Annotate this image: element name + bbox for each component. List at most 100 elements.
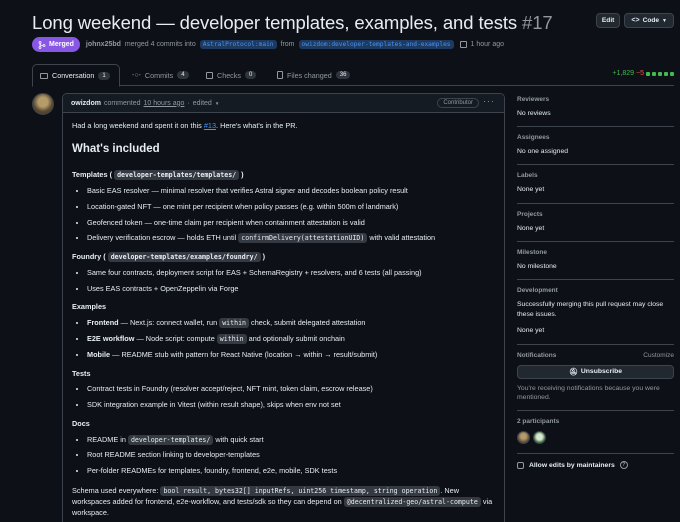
mobile-post: — README stub with pattern for React Nat… xyxy=(110,349,378,359)
list-item: Location-gated NFT — one mint per recipi… xyxy=(87,202,495,212)
notifications-title: Notifications Customize xyxy=(517,352,674,359)
frontend-code: within xyxy=(219,318,250,329)
escrow-post: with valid attestation xyxy=(367,233,436,243)
schema-text: Schema used everywhere: bool result, byt… xyxy=(72,485,495,519)
reviewers-title[interactable]: Reviewers xyxy=(517,96,674,103)
issue-link[interactable]: #13 xyxy=(204,121,216,130)
mobile-label: Mobile xyxy=(87,349,111,359)
pr-author[interactable]: johnx25bd xyxy=(86,41,121,48)
list-item: Basic EAS resolver — minimal resolver th… xyxy=(87,186,495,196)
unsubscribe-label: Unsubscribe xyxy=(580,368,623,375)
code-button[interactable]: <> Code ▼ xyxy=(624,13,674,28)
list-item: Mobile — README stub with pattern for Re… xyxy=(87,350,495,360)
diffstat-deletions: −5 xyxy=(636,70,644,77)
merged-text: merged 4 commits into xyxy=(124,41,196,48)
comment-time[interactable]: 10 hours ago xyxy=(144,100,185,107)
customize-link[interactable]: Customize xyxy=(643,352,674,359)
list-item: Per-folder READMEs for templates, foundr… xyxy=(87,466,495,476)
frontend-pre: — Next.js: connect wallet, run xyxy=(118,318,220,328)
development-title[interactable]: Development xyxy=(517,287,674,294)
tab-conversation-label: Conversation xyxy=(52,71,95,80)
code-icon: <> xyxy=(631,17,640,24)
commit-icon: -○- xyxy=(132,71,141,79)
reviewers-value: No reviews xyxy=(517,110,551,117)
chevron-down-icon[interactable]: ▼ xyxy=(215,101,219,106)
pr-tabs: Conversation 1 -○- Commits 4 Checks 0 Fi… xyxy=(32,64,674,87)
sidebar-milestone: Milestone No milestone xyxy=(517,249,674,280)
escrow-code: confirmDelivery(attestationUID) xyxy=(238,233,368,244)
tab-conversation[interactable]: Conversation 1 xyxy=(32,64,120,87)
list-item: README in developer-templates/ with quic… xyxy=(87,434,495,445)
help-icon[interactable]: ? xyxy=(619,461,628,470)
milestone-title[interactable]: Milestone xyxy=(517,249,674,256)
e2e-label: E2E workflow xyxy=(87,333,135,343)
frontend-post: check, submit delegated attestation xyxy=(249,318,366,328)
examples-heading: Examples xyxy=(72,302,107,312)
sidebar-labels: Labels None yet xyxy=(517,172,674,204)
edit-button[interactable]: Edit xyxy=(595,13,621,28)
schema-code: bool result, bytes32[] inputRefs, uint25… xyxy=(160,485,441,496)
pr-header: Long weekend — developer templates, exam… xyxy=(32,10,674,36)
frontend-label: Frontend xyxy=(87,318,119,328)
tab-commits[interactable]: -○- Commits 4 xyxy=(132,64,189,86)
sidebar-assignees: Assignees No one assigned xyxy=(517,134,674,166)
participant-avatars xyxy=(517,431,674,446)
comment-header: owizdom commented 10 hours ago · edited … xyxy=(63,94,504,113)
list-item: Uses EAS contracts + OpenZeppelin via Fo… xyxy=(87,284,495,294)
schema-pre: Schema used everywhere: xyxy=(72,485,161,495)
foundry-path: developer-templates/examples/foundry/ xyxy=(107,252,261,263)
sidebar-notifications: Notifications Customize 🔕︎ Unsubscribe Y… xyxy=(517,352,674,412)
assignees-value: No one assigned xyxy=(517,148,569,156)
tab-conversation-count: 1 xyxy=(98,71,110,80)
avatar[interactable] xyxy=(32,93,54,115)
sidebar-reviewers: Reviewers No reviews xyxy=(517,96,674,128)
contributor-badge: Contributor xyxy=(437,98,479,108)
avatar[interactable] xyxy=(517,431,530,445)
foundry-list: Same four contracts, deployment script f… xyxy=(87,268,495,293)
bell-slash-icon: 🔕︎ xyxy=(568,368,578,376)
head-branch[interactable]: owizdom:developer-templates-and-examples xyxy=(298,40,454,49)
comment-action: commented xyxy=(103,99,141,107)
tab-commits-label: Commits xyxy=(144,70,174,80)
participants-title: 2 participants xyxy=(517,418,560,426)
avatar[interactable] xyxy=(533,431,546,445)
list-item: SDK integration example in Vitest (withi… xyxy=(87,400,495,410)
merged-badge-label: Merged xyxy=(49,41,74,48)
intro-text: Had a long weekend and spent it on this … xyxy=(72,121,495,131)
docs-list: README in developer-templates/ with quic… xyxy=(87,434,495,476)
escrow-pre: Delivery verification escrow — holds ETH… xyxy=(87,233,239,243)
diffstat-block xyxy=(646,71,650,76)
e2e-code: within xyxy=(216,333,247,344)
tab-checks[interactable]: Checks 0 xyxy=(206,64,257,86)
list-item: Geofenced token — one-time claim per rec… xyxy=(87,218,495,228)
assignees-title[interactable]: Assignees xyxy=(517,134,674,141)
tab-files-changed[interactable]: Files changed 36 xyxy=(277,64,351,86)
allow-edits-checkbox[interactable] xyxy=(517,461,524,469)
diffstat-block xyxy=(652,71,656,76)
unsubscribe-button[interactable]: 🔕︎ Unsubscribe xyxy=(517,364,674,379)
tab-commits-count: 4 xyxy=(177,71,189,79)
notifications-text: You're receiving notifications because y… xyxy=(517,384,660,402)
code-button-label: Code xyxy=(642,17,660,24)
e2e-pre: — Node script: compute xyxy=(134,333,217,343)
edit-button-label: Edit xyxy=(601,17,615,24)
examples-list: Frontend — Next.js: connect wallet, run … xyxy=(87,318,495,359)
diffstat-block xyxy=(670,71,674,76)
list-item: Delivery verification escrow — holds ETH… xyxy=(87,233,495,244)
development-value: None yet xyxy=(517,327,545,335)
projects-title[interactable]: Projects xyxy=(517,211,674,218)
intro-pre: Had a long weekend and spent it on this xyxy=(72,121,204,130)
allow-edits-label: Allow edits by maintainers xyxy=(529,461,615,469)
comment-author[interactable]: owizdom xyxy=(71,100,101,107)
diffstat-block xyxy=(664,71,668,76)
readme-code: developer-templates/ xyxy=(127,434,214,445)
base-branch[interactable]: AstralProtocol:main xyxy=(199,40,277,49)
copy-icon[interactable] xyxy=(459,41,467,48)
pr-title-text: Long weekend — developer templates, exam… xyxy=(32,12,518,33)
comment-box: owizdom commented 10 hours ago · edited … xyxy=(62,93,505,522)
edited-dropdown[interactable]: edited xyxy=(193,100,212,107)
kebab-menu-icon[interactable]: ··· xyxy=(483,96,495,106)
labels-title[interactable]: Labels xyxy=(517,172,674,179)
list-item: Frontend — Next.js: connect wallet, run … xyxy=(87,318,495,329)
docs-heading: Docs xyxy=(72,418,90,428)
